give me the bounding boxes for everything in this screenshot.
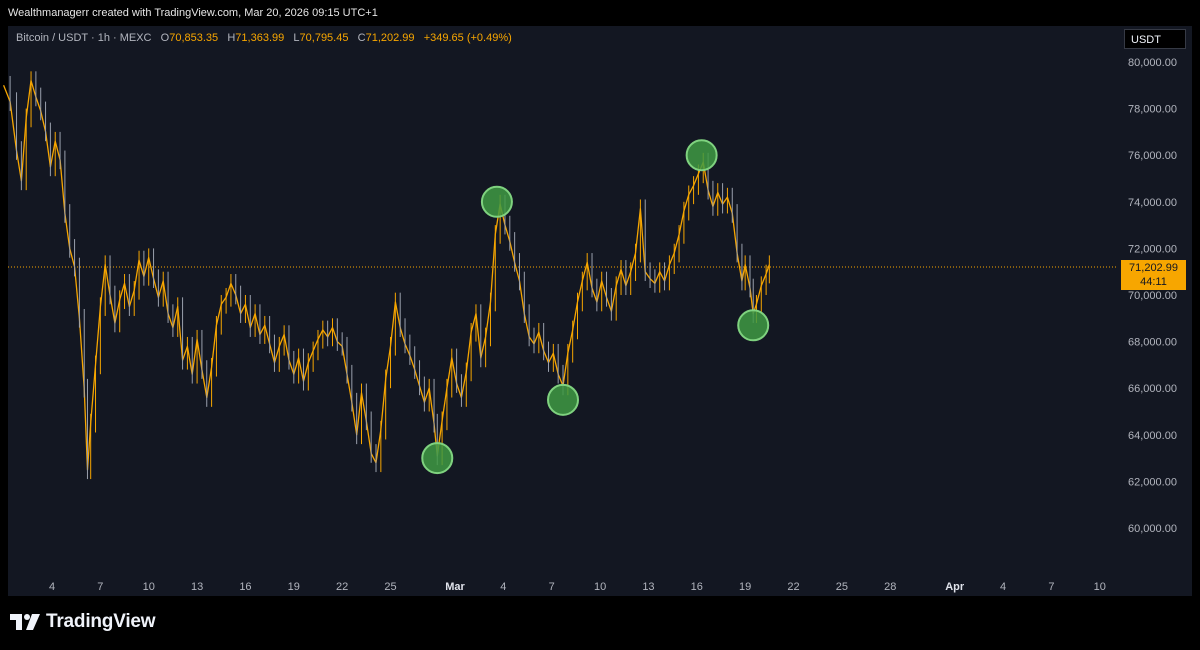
y-tick-label: 76,000.00	[1128, 150, 1177, 162]
x-tick-label: 4	[1000, 581, 1006, 593]
legend-symbol: Bitcoin / USDT · 1h · MEXC	[16, 32, 152, 44]
x-tick-label: 13	[191, 581, 203, 593]
x-tick-label: 16	[691, 581, 703, 593]
x-tick-label: 28	[884, 581, 896, 593]
x-tick-label: 10	[143, 581, 155, 593]
y-axis-labels: 80,000.00 78,000.00 76,000.00 74,000.00 72,0…	[1128, 57, 1177, 535]
last-price-tag: 71,202.99 44:11	[1121, 260, 1186, 290]
price-chart[interactable]: 80,000.00 78,000.00 76,000.00 74,000.00 72,0…	[0, 0, 1200, 600]
y-tick-label: 60,000.00	[1128, 523, 1177, 535]
chart-legend: Bitcoin / USDT · 1h · MEXC O70,853.35 H7…	[16, 32, 512, 44]
y-tick-label: 62,000.00	[1128, 476, 1177, 488]
x-tick-label: 16	[239, 581, 251, 593]
tradingview-logo[interactable]: TradingView	[10, 611, 156, 633]
x-tick-label: 10	[1094, 581, 1106, 593]
y-tick-label: 74,000.00	[1128, 197, 1177, 209]
legend-low-value: 70,795.45	[299, 32, 349, 44]
x-tick-label: 4	[49, 581, 55, 593]
x-tick-label: 7	[549, 581, 555, 593]
y-tick-label: 66,000.00	[1128, 383, 1177, 395]
x-tick-label: 13	[642, 581, 654, 593]
x-tick-label: 10	[594, 581, 606, 593]
x-axis-labels: 4 7 10 13 16 19 22 25 Mar 4 7 10 13 16 19 22 25 28 Apr 4 7 10	[49, 581, 1106, 593]
legend-close-label: C	[357, 32, 366, 44]
last-price-value: 71,202.99	[1129, 262, 1178, 274]
y-tick-label: 80,000.00	[1128, 57, 1177, 69]
x-tick-label: 7	[1048, 581, 1054, 593]
x-tick-label: Mar	[445, 581, 465, 593]
footer	[0, 600, 1200, 650]
x-tick-label: Apr	[945, 581, 965, 593]
legend-change: +349.65 (+0.49%)	[423, 32, 512, 44]
legend-open-label: O	[160, 32, 170, 44]
x-tick-label: 22	[336, 581, 348, 593]
x-tick-label: 19	[739, 581, 751, 593]
y-tick-label: 70,000.00	[1128, 290, 1177, 302]
legend-high-value: 71,363.99	[235, 32, 285, 44]
y-tick-label: 78,000.00	[1128, 104, 1177, 116]
currency-selector[interactable]: USDT	[1124, 29, 1186, 49]
y-tick-label: 64,000.00	[1128, 430, 1177, 442]
price-series	[2, 71, 770, 480]
legend-close-value: 71,202.99	[365, 32, 415, 44]
currency-label: USDT	[1131, 34, 1161, 46]
annotation-circle[interactable]	[480, 185, 513, 218]
annotation-circle[interactable]	[685, 139, 718, 172]
candle-countdown: 44:11	[1140, 276, 1167, 288]
x-tick-label: 7	[97, 581, 103, 593]
x-tick-label: 19	[288, 581, 300, 593]
tradingview-logo-icon	[10, 614, 40, 630]
x-tick-label: 25	[836, 581, 848, 593]
annotation-markers	[421, 139, 770, 475]
x-tick-label: 4	[500, 581, 506, 593]
tradingview-logo-text: TradingView	[46, 611, 156, 632]
y-tick-label: 72,000.00	[1128, 243, 1177, 255]
annotation-circle[interactable]	[737, 309, 770, 342]
x-tick-label: 25	[384, 581, 396, 593]
annotation-circle[interactable]	[421, 442, 454, 475]
y-tick-label: 68,000.00	[1128, 337, 1177, 349]
legend-open-value: 70,853.35	[169, 32, 219, 44]
x-tick-label: 22	[787, 581, 799, 593]
annotation-circle[interactable]	[547, 383, 580, 416]
